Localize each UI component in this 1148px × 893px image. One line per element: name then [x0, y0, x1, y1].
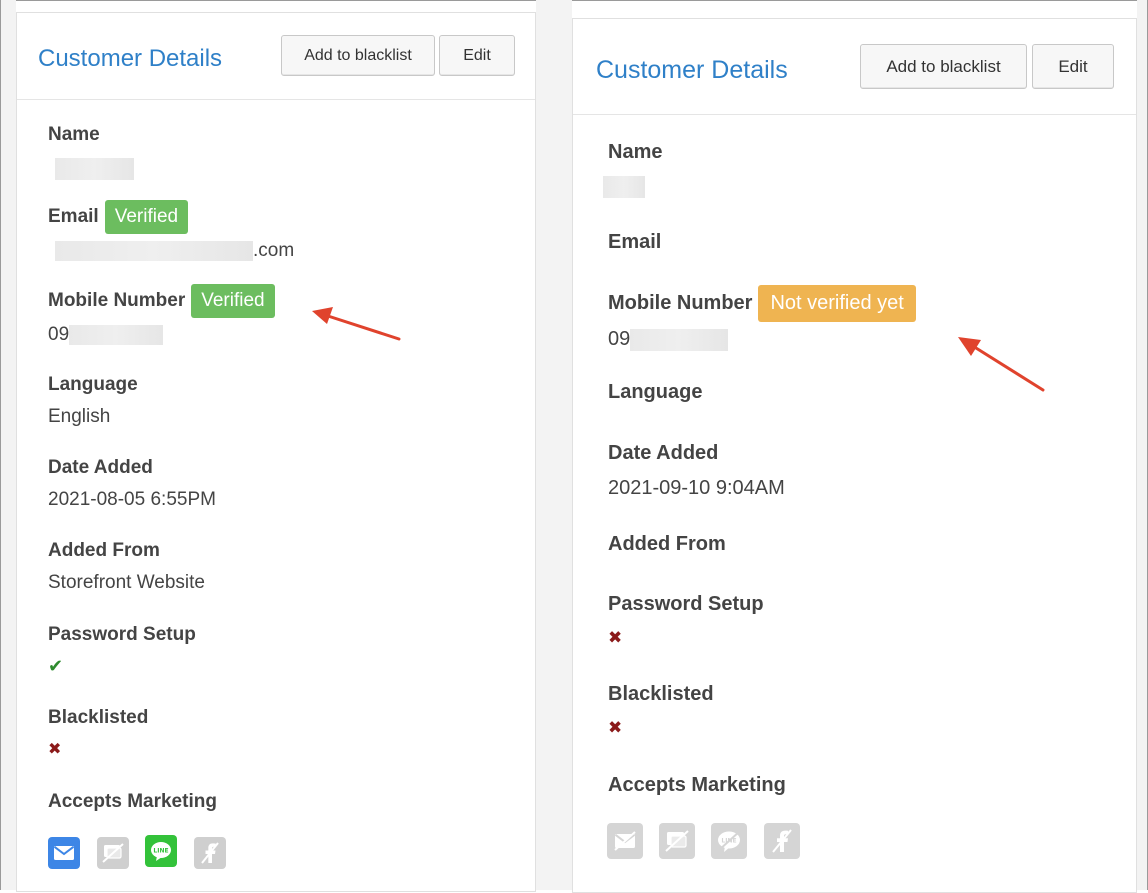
- blacklisted-label: Blacklisted: [48, 707, 149, 728]
- blacklisted-x-icon: ✖: [48, 741, 62, 758]
- envelope-icon[interactable]: [607, 823, 643, 859]
- language-label: Language: [48, 374, 138, 395]
- field-blacklisted: Blacklisted ✖: [608, 683, 714, 738]
- add-to-blacklist-button[interactable]: Add to blacklist: [860, 44, 1027, 89]
- annotation-arrow-right: [958, 337, 1045, 392]
- accepts-marketing-label: Accepts Marketing: [608, 774, 786, 796]
- edit-button[interactable]: Edit: [439, 35, 515, 76]
- field-mobile: Mobile Number Not verified yet 09: [608, 285, 916, 351]
- add-to-blacklist-button[interactable]: Add to blacklist: [281, 35, 435, 76]
- mobile-prefix: 09: [608, 328, 631, 350]
- panel-header: Customer Details Add to blacklist Edit: [17, 13, 535, 100]
- line-app-icon[interactable]: LINE: [711, 823, 747, 859]
- password-setup-x-icon: ✖: [608, 628, 623, 647]
- field-name: Name: [603, 141, 663, 198]
- mobile-number-label: Mobile Number: [608, 292, 753, 314]
- annotation-arrow-left: [312, 307, 401, 341]
- field-language: Language: [608, 381, 702, 404]
- password-setup-check-icon: ✔: [48, 656, 64, 676]
- field-blacklisted: Blacklisted ✖: [48, 707, 148, 759]
- middle-gutter: [536, 0, 572, 890]
- facebook-icon[interactable]: [194, 837, 226, 869]
- field-password-setup: Password Setup ✖: [608, 593, 764, 648]
- field-date-added: Date Added 2021-08-05 6:55PM: [48, 457, 216, 511]
- language-value: English: [48, 406, 111, 427]
- panel-title: Customer Details: [38, 45, 223, 72]
- accepts-marketing-label: Accepts Marketing: [48, 791, 217, 812]
- mobile-number-label: Mobile Number: [48, 290, 186, 311]
- password-setup-label: Password Setup: [608, 593, 764, 615]
- field-password-setup: Password Setup ✔: [48, 624, 196, 677]
- right-gutter: [1137, 0, 1147, 890]
- svg-text:LINE: LINE: [153, 848, 168, 855]
- blacklisted-label: Blacklisted: [608, 683, 714, 705]
- field-email: Email: [608, 231, 661, 254]
- email-value-redacted: [55, 240, 253, 261]
- sms-chat-icon[interactable]: [659, 823, 695, 859]
- panel-header: Customer Details Add to blacklist Edit: [573, 19, 1136, 115]
- field-email: Email Verified .com: [48, 200, 294, 262]
- added-from-value: Storefront Website: [48, 572, 206, 593]
- field-added-from: Added From Storefront Website: [48, 540, 205, 594]
- edit-button[interactable]: Edit: [1032, 44, 1114, 89]
- sms-chat-icon[interactable]: [97, 837, 129, 869]
- email-verified-badge: Verified: [104, 200, 189, 234]
- date-added-value: 2021-09-10 9:04AM: [608, 477, 785, 499]
- left-gutter: [1, 0, 16, 890]
- customer-details-panel-right: Customer Details Add to blacklist Edit N…: [572, 18, 1137, 893]
- field-mobile: Mobile Number Verified 09: [48, 284, 275, 346]
- email-label: Email: [608, 231, 662, 253]
- name-value-redacted: [603, 176, 645, 198]
- panel-title: Customer Details: [596, 56, 788, 84]
- mobile-not-verified-badge: Not verified yet: [758, 285, 916, 322]
- mobile-value-redacted: [630, 328, 729, 351]
- password-setup-label: Password Setup: [48, 624, 196, 645]
- name-label: Name: [608, 141, 663, 163]
- email-label: Email: [48, 206, 99, 227]
- mobile-prefix: 09: [48, 324, 70, 345]
- facebook-icon[interactable]: [764, 823, 800, 859]
- date-added-value: 2021-08-05 6:55PM: [48, 489, 216, 510]
- envelope-icon[interactable]: [48, 837, 80, 869]
- field-accepts-marketing: Accepts Marketing: [48, 791, 217, 813]
- mobile-verified-badge: Verified: [191, 284, 275, 318]
- language-label: Language: [608, 381, 703, 403]
- date-added-label: Date Added: [48, 457, 153, 478]
- email-value-suffix: .com: [253, 240, 295, 261]
- added-from-label: Added From: [608, 533, 726, 555]
- line-app-icon[interactable]: LINE: [145, 835, 177, 867]
- field-name: Name: [48, 124, 134, 180]
- field-accepts-marketing: Accepts Marketing: [608, 774, 786, 797]
- name-label: Name: [48, 124, 100, 145]
- added-from-label: Added From: [48, 540, 160, 561]
- field-language: Language English: [48, 374, 138, 428]
- field-date-added: Date Added 2021-09-10 9:04AM: [608, 442, 785, 500]
- mobile-value-redacted: [69, 324, 164, 345]
- name-value-redacted: [55, 158, 134, 180]
- customer-details-panel-left: Customer Details Add to blacklist Edit N…: [16, 12, 536, 892]
- date-added-label: Date Added: [608, 442, 719, 464]
- blacklisted-x-icon: ✖: [608, 718, 623, 737]
- field-added-from: Added From: [608, 533, 726, 556]
